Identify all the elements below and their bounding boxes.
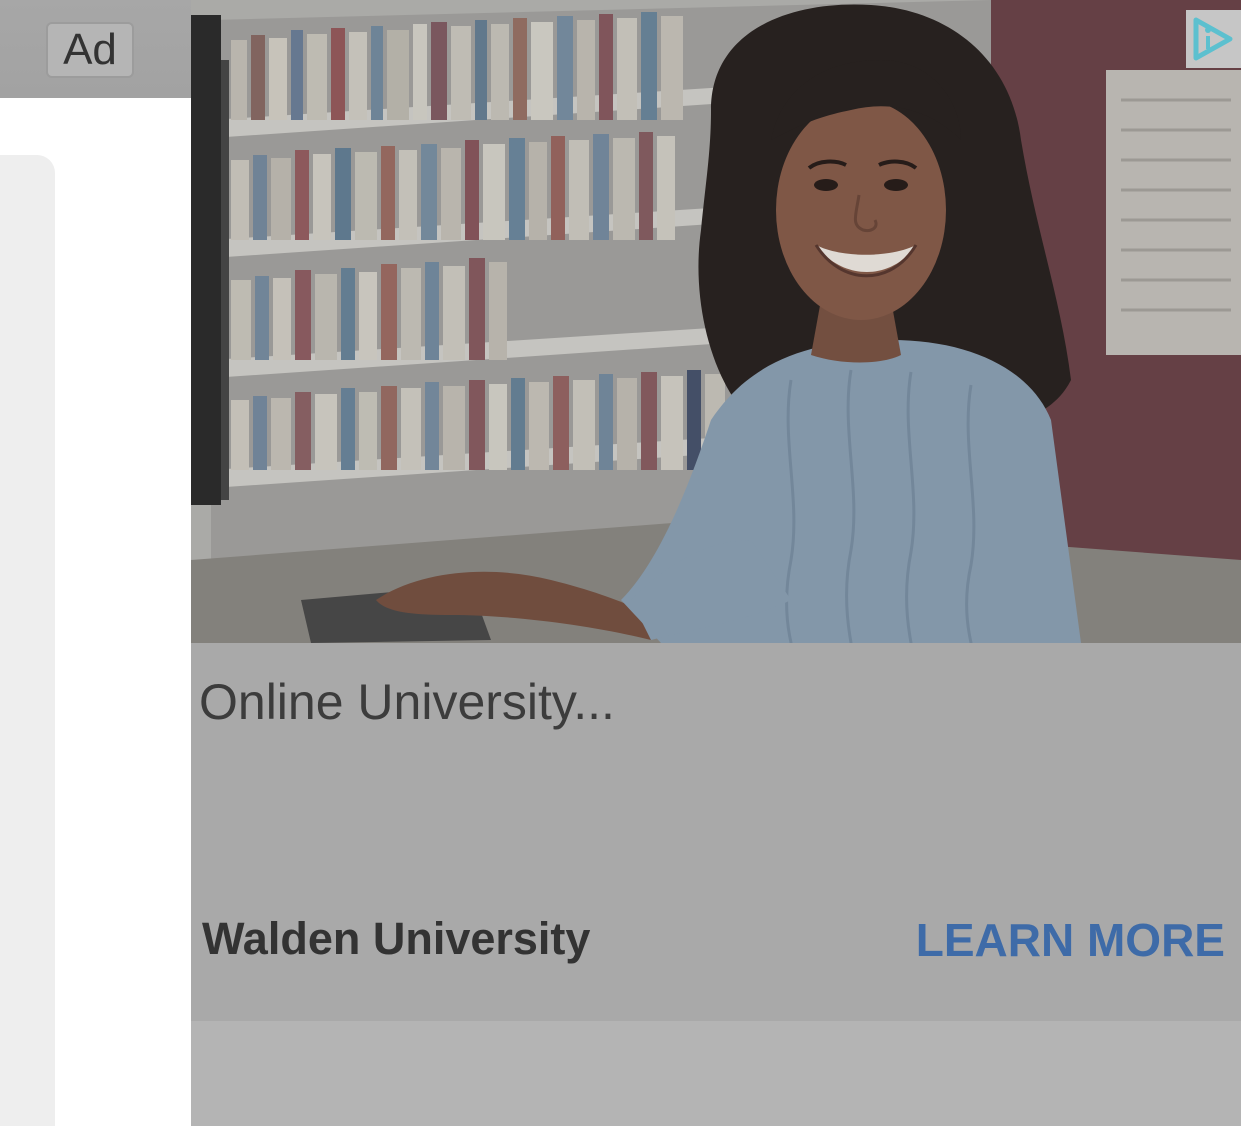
ad-advertiser-name[interactable]: Walden University bbox=[202, 913, 590, 965]
ad-body[interactable]: Online University... Walden University L… bbox=[191, 643, 1241, 1021]
ad-badge: Ad bbox=[46, 22, 134, 78]
ad-unit[interactable]: Online University... Walden University L… bbox=[191, 0, 1241, 1126]
learn-more-button[interactable]: LEARN MORE bbox=[916, 913, 1225, 967]
ad-footer bbox=[191, 1021, 1241, 1126]
adchoices-icon[interactable] bbox=[1186, 10, 1241, 68]
ad-hero-image[interactable] bbox=[191, 0, 1241, 643]
page-card-dimmed bbox=[0, 155, 55, 1126]
ad-headline[interactable]: Online University... bbox=[199, 673, 615, 731]
